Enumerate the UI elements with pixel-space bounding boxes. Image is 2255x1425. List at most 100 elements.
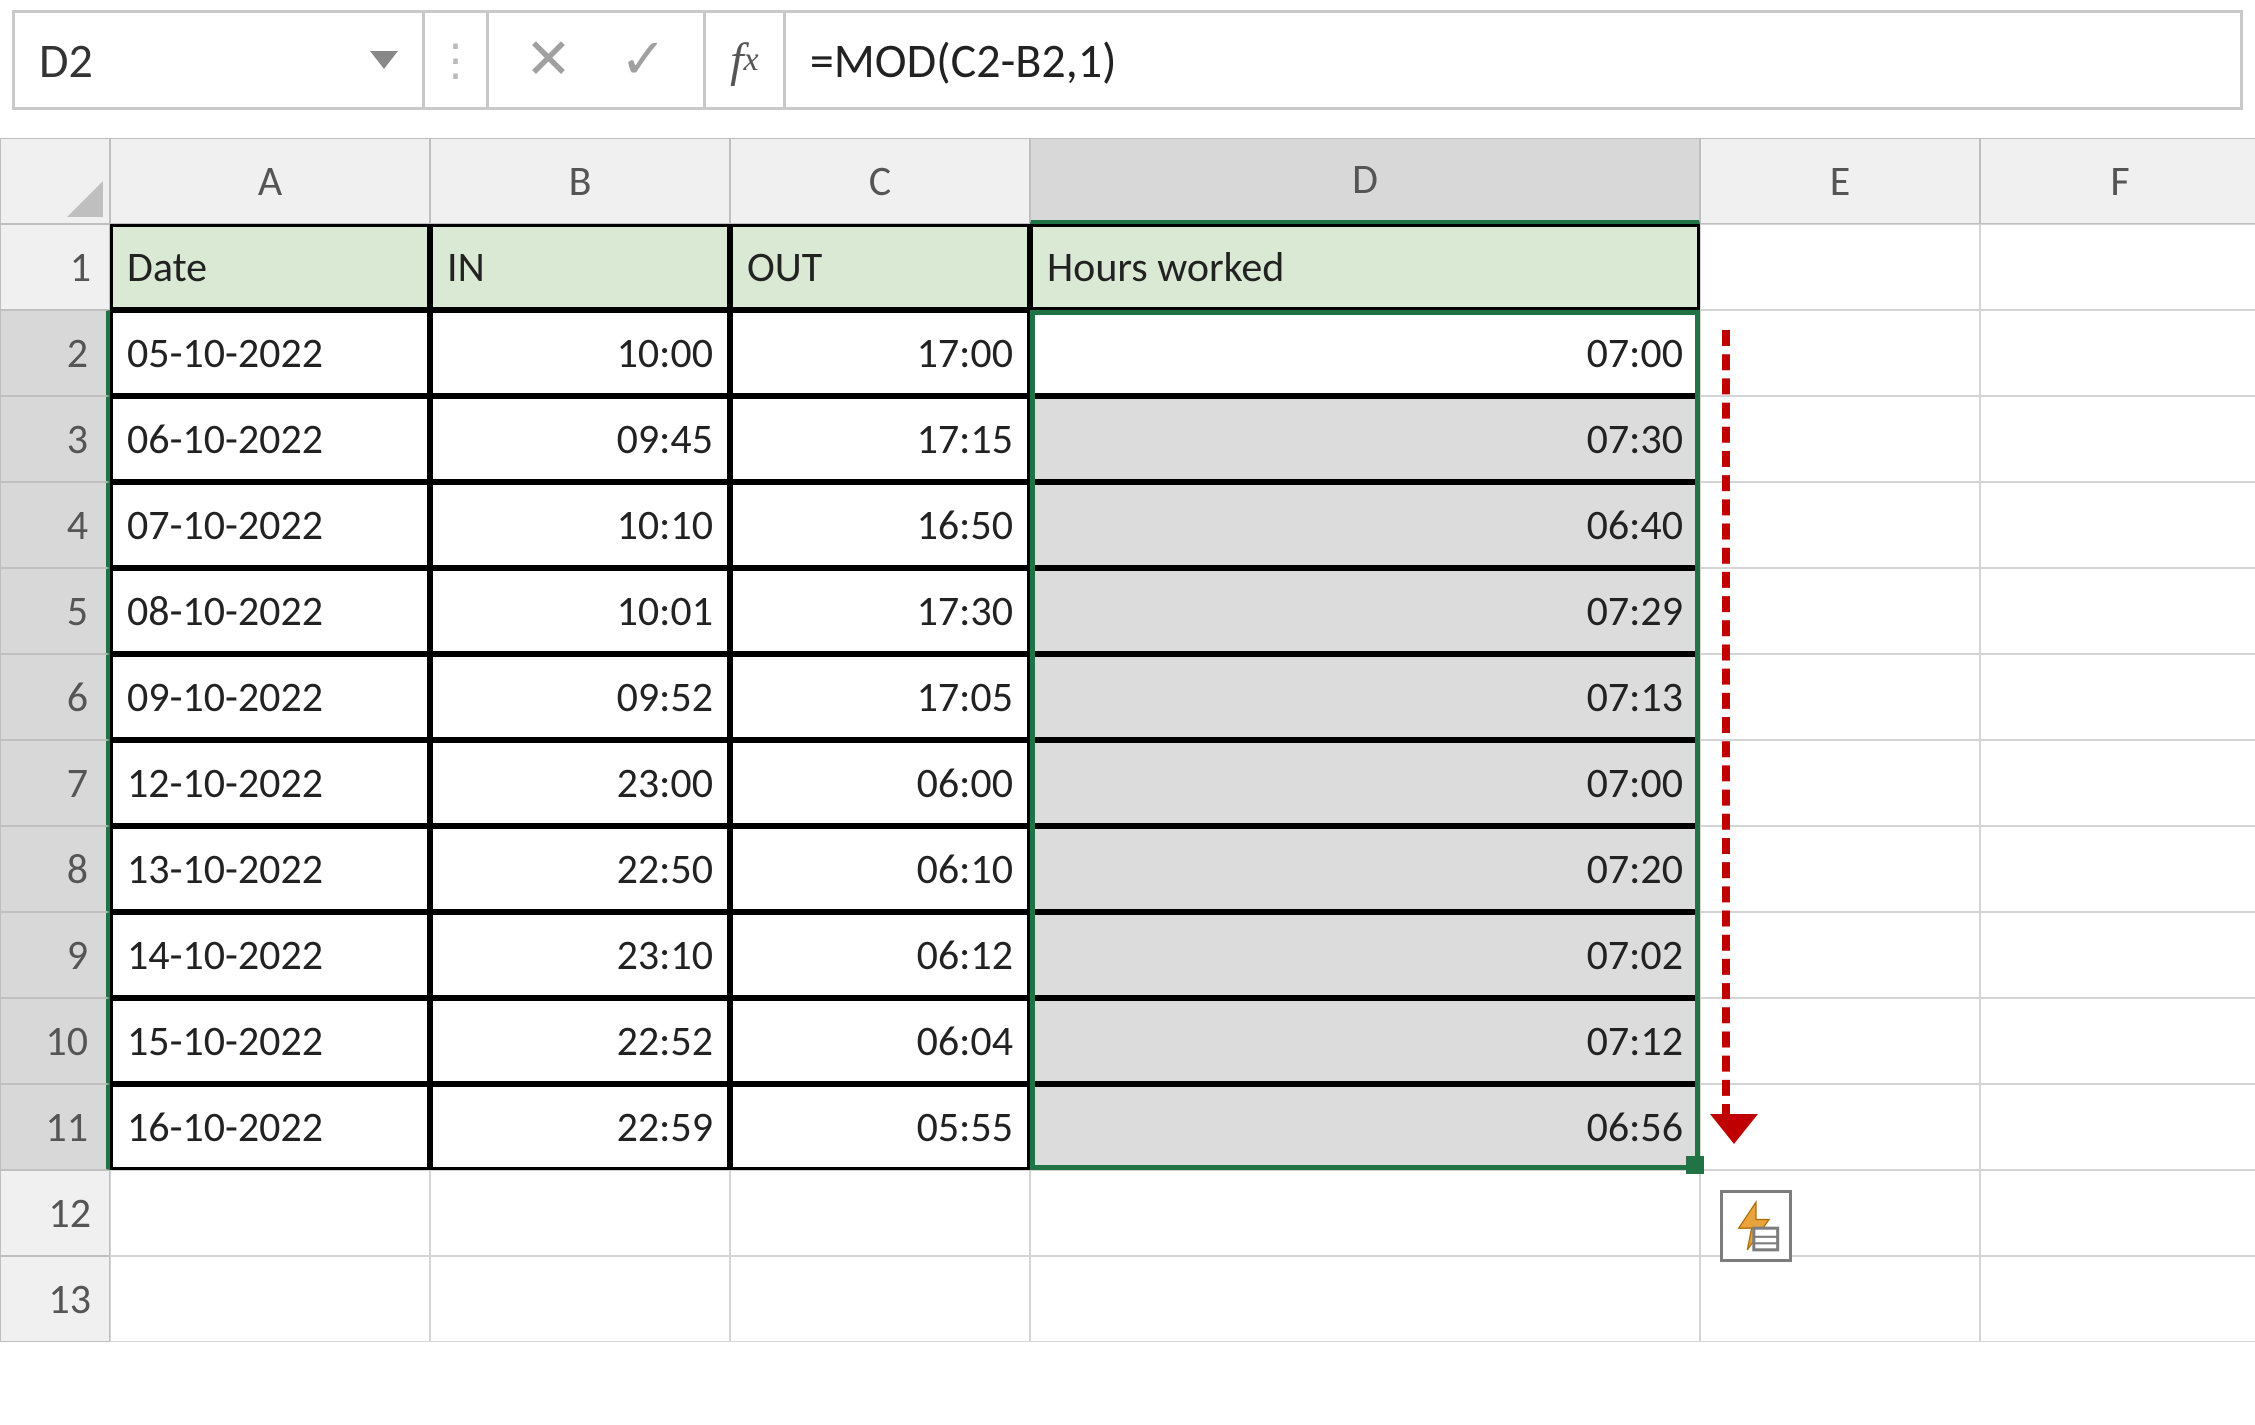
column-header-B[interactable]: B — [430, 138, 730, 224]
cell-F4[interactable] — [1980, 482, 2255, 568]
cell-B10[interactable]: 22:52 — [430, 998, 730, 1084]
cell-D10[interactable]: 07:12 — [1030, 998, 1700, 1084]
row-header-2[interactable]: 2 — [0, 310, 110, 396]
cell-B7[interactable]: 23:00 — [430, 740, 730, 826]
insert-function-button[interactable]: fx — [706, 13, 786, 107]
cell-B1[interactable]: IN — [430, 224, 730, 310]
cell-B4[interactable]: 10:10 — [430, 482, 730, 568]
row-header-4[interactable]: 4 — [0, 482, 110, 568]
auto-fill-options-button[interactable] — [1720, 1190, 1792, 1262]
cell-D4[interactable]: 06:40 — [1030, 482, 1700, 568]
cell-B8[interactable]: 22:50 — [430, 826, 730, 912]
cell-A9[interactable]: 14-10-2022 — [110, 912, 430, 998]
cell-D12[interactable] — [1030, 1170, 1700, 1256]
formula-text: =MOD(C2-B2,1) — [810, 31, 1117, 90]
cell-F7[interactable] — [1980, 740, 2255, 826]
column-header-C[interactable]: C — [730, 138, 1030, 224]
cell-F1[interactable] — [1980, 224, 2255, 310]
cell-E13[interactable] — [1700, 1256, 1980, 1342]
cell-D6[interactable]: 07:13 — [1030, 654, 1700, 740]
cell-C5[interactable]: 17:30 — [730, 568, 1030, 654]
formula-bar-buttons: ✕ ✓ — [489, 13, 706, 107]
cell-E1[interactable] — [1700, 224, 1980, 310]
row-header-13[interactable]: 13 — [0, 1256, 110, 1342]
cell-A13[interactable] — [110, 1256, 430, 1342]
row-header-10[interactable]: 10 — [0, 998, 110, 1084]
name-box-value: D2 — [39, 31, 93, 90]
cell-C1[interactable]: OUT — [730, 224, 1030, 310]
cell-D9[interactable]: 07:02 — [1030, 912, 1700, 998]
cell-C6[interactable]: 17:05 — [730, 654, 1030, 740]
cell-B6[interactable]: 09:52 — [430, 654, 730, 740]
row-header-8[interactable]: 8 — [0, 826, 110, 912]
cell-F11[interactable] — [1980, 1084, 2255, 1170]
cell-C8[interactable]: 06:10 — [730, 826, 1030, 912]
select-all-corner[interactable] — [0, 138, 110, 224]
cell-C4[interactable]: 16:50 — [730, 482, 1030, 568]
cell-D3[interactable]: 07:30 — [1030, 396, 1700, 482]
cell-B2[interactable]: 10:00 — [430, 310, 730, 396]
name-box-dropdown-icon[interactable] — [370, 51, 398, 69]
cell-C3[interactable]: 17:15 — [730, 396, 1030, 482]
cell-D2[interactable]: 07:00 — [1030, 310, 1700, 396]
cell-A4[interactable]: 07-10-2022 — [110, 482, 430, 568]
cell-F2[interactable] — [1980, 310, 2255, 396]
column-header-A[interactable]: A — [110, 138, 430, 224]
row-header-3[interactable]: 3 — [0, 396, 110, 482]
column-header-E[interactable]: E — [1700, 138, 1980, 224]
cell-C13[interactable] — [730, 1256, 1030, 1342]
cell-F13[interactable] — [1980, 1256, 2255, 1342]
cell-A7[interactable]: 12-10-2022 — [110, 740, 430, 826]
cell-B5[interactable]: 10:01 — [430, 568, 730, 654]
cell-C9[interactable]: 06:12 — [730, 912, 1030, 998]
cell-F6[interactable] — [1980, 654, 2255, 740]
cell-C12[interactable] — [730, 1170, 1030, 1256]
cell-F9[interactable] — [1980, 912, 2255, 998]
cell-D5[interactable]: 07:29 — [1030, 568, 1700, 654]
cell-D8[interactable]: 07:20 — [1030, 826, 1700, 912]
row-header-12[interactable]: 12 — [0, 1170, 110, 1256]
cell-C2[interactable]: 17:00 — [730, 310, 1030, 396]
row-header-9[interactable]: 9 — [0, 912, 110, 998]
cell-D1[interactable]: Hours worked — [1030, 224, 1700, 310]
formula-input[interactable]: =MOD(C2-B2,1) — [786, 13, 2240, 107]
cell-F8[interactable] — [1980, 826, 2255, 912]
cell-A2[interactable]: 05-10-2022 — [110, 310, 430, 396]
cell-A12[interactable] — [110, 1170, 430, 1256]
cell-F5[interactable] — [1980, 568, 2255, 654]
formula-bar-gripper-icon[interactable]: ⋮ — [425, 13, 489, 107]
cell-A3[interactable]: 06-10-2022 — [110, 396, 430, 482]
cell-A6[interactable]: 09-10-2022 — [110, 654, 430, 740]
cell-D7[interactable]: 07:00 — [1030, 740, 1700, 826]
cell-F10[interactable] — [1980, 998, 2255, 1084]
spreadsheet-grid[interactable]: ABCDEF1DateINOUTHours worked205-10-20221… — [0, 138, 2255, 1342]
column-header-F[interactable]: F — [1980, 138, 2255, 224]
row-header-6[interactable]: 6 — [0, 654, 110, 740]
cell-C11[interactable]: 05:55 — [730, 1084, 1030, 1170]
column-header-D[interactable]: D — [1030, 138, 1700, 224]
cell-B3[interactable]: 09:45 — [430, 396, 730, 482]
cell-D11[interactable]: 06:56 — [1030, 1084, 1700, 1170]
cell-A8[interactable]: 13-10-2022 — [110, 826, 430, 912]
cell-B11[interactable]: 22:59 — [430, 1084, 730, 1170]
cell-F3[interactable] — [1980, 396, 2255, 482]
cell-A11[interactable]: 16-10-2022 — [110, 1084, 430, 1170]
cell-A5[interactable]: 08-10-2022 — [110, 568, 430, 654]
cell-C7[interactable]: 06:00 — [730, 740, 1030, 826]
row-header-5[interactable]: 5 — [0, 568, 110, 654]
cell-A1[interactable]: Date — [110, 224, 430, 310]
name-box[interactable]: D2 — [15, 13, 425, 107]
cell-D13[interactable] — [1030, 1256, 1700, 1342]
cell-C10[interactable]: 06:04 — [730, 998, 1030, 1084]
cell-B13[interactable] — [430, 1256, 730, 1342]
cell-B12[interactable] — [430, 1170, 730, 1256]
row-header-11[interactable]: 11 — [0, 1084, 110, 1170]
cell-F12[interactable] — [1980, 1170, 2255, 1256]
row-header-1[interactable]: 1 — [0, 224, 110, 310]
enter-formula-icon[interactable]: ✓ — [620, 26, 667, 94]
row-header-7[interactable]: 7 — [0, 740, 110, 826]
auto-fill-options-icon — [1730, 1200, 1782, 1252]
cell-A10[interactable]: 15-10-2022 — [110, 998, 430, 1084]
cell-B9[interactable]: 23:10 — [430, 912, 730, 998]
cancel-formula-icon[interactable]: ✕ — [525, 26, 572, 94]
